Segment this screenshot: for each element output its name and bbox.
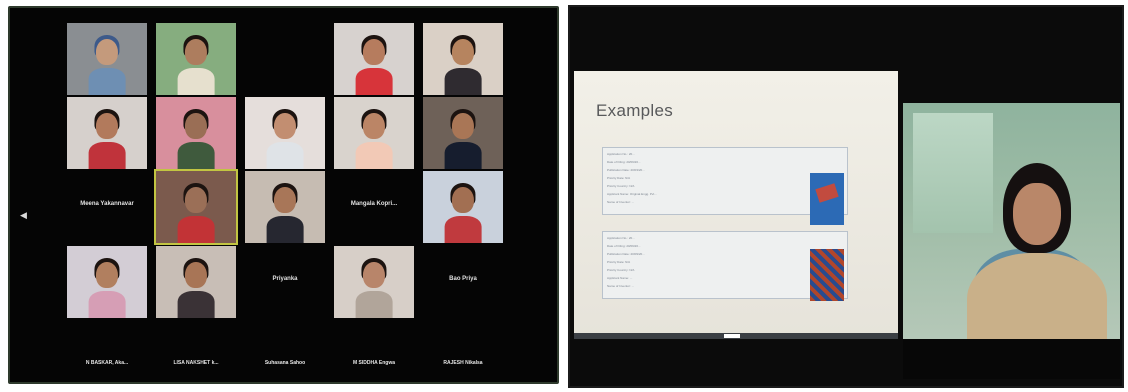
entry-line: Applicant Name: ... — [607, 276, 633, 280]
participant-figure — [444, 183, 482, 243]
participant-figure — [177, 109, 215, 169]
participant-tile[interactable]: Bao Priya — [423, 246, 503, 318]
participant-name: Bao Priya — [449, 276, 477, 282]
participant-figure — [444, 109, 482, 169]
presenter-body — [967, 253, 1107, 339]
entry-line: Priority Date: N/A — [607, 176, 631, 180]
previous-page-arrow-icon[interactable]: ◀ — [20, 210, 27, 221]
participant-name: LISA NAKSHET k... — [173, 360, 219, 366]
slide-title: Examples — [596, 101, 674, 120]
participant-tile[interactable] — [67, 97, 147, 169]
participant-video — [334, 171, 414, 243]
participant-figure — [444, 35, 482, 95]
participant-tile[interactable] — [67, 246, 147, 318]
participant-tile[interactable] — [334, 246, 414, 318]
entry-line: Priority Country: N/A — [607, 184, 635, 188]
participant-tile[interactable] — [245, 171, 325, 243]
participant-figure — [266, 109, 304, 169]
participant-figure — [177, 258, 215, 318]
participant-name: Priyanka — [272, 276, 298, 282]
entry-line: Name of Inventor: ... — [607, 284, 635, 288]
participant-tile[interactable] — [423, 171, 503, 243]
participant-tile[interactable] — [245, 23, 325, 95]
participant-video — [245, 246, 325, 318]
entry-line: Applicant Name: Originat Engg. Pvt... — [607, 192, 657, 196]
participant-name: RAJESH Nikalsa — [443, 360, 483, 366]
presenter-video-footer — [903, 339, 1120, 379]
participant-name: Suhasana Sahoo — [264, 360, 306, 366]
participant-figure — [177, 183, 215, 243]
participant-tile[interactable] — [334, 23, 414, 95]
participant-tile[interactable]: Priyanka — [245, 246, 325, 318]
participant-tile[interactable]: Mangala Kopri... — [334, 171, 414, 243]
participant-video — [423, 246, 503, 318]
gallery-view-panel: ◀ Meena Yakannavar Mangala Kopri... Priyan… — [8, 6, 559, 384]
participant-figure — [355, 109, 393, 169]
participant-figure — [88, 258, 126, 318]
entry-line: Date of Filing: 20/09/20... — [607, 244, 641, 248]
participant-figure — [355, 258, 393, 318]
screen-share-panel: Examples Application No.: 20... Date of F… — [568, 5, 1124, 388]
participant-name: Mangala Kopri... — [350, 201, 398, 207]
participant-tile[interactable] — [423, 97, 503, 169]
entry-line: Publication Date: 20/03/20... — [607, 168, 645, 172]
entry-line: Priority Date: N/A — [607, 260, 631, 264]
participant-name: N BASKAR, Aka... — [85, 360, 129, 366]
entry-line: Name of Inventor: ... — [607, 200, 635, 204]
design-image-2 — [810, 249, 844, 301]
participant-tile[interactable]: Meena Yakannavar — [67, 171, 147, 243]
background-window — [913, 113, 993, 233]
participant-figure — [266, 183, 304, 243]
participant-video — [67, 171, 147, 243]
participant-tile[interactable] — [156, 23, 236, 95]
participant-figure — [177, 35, 215, 95]
slide-progress-indicator — [724, 334, 740, 338]
participant-figure — [88, 35, 126, 95]
entry-line: Application No.: 20... — [607, 236, 635, 240]
presenter-video — [903, 103, 1120, 339]
participant-tile[interactable] — [156, 97, 236, 169]
entry-line: Publication Date: 20/09/20... — [607, 252, 645, 256]
entry-line: Application No.: 20... — [607, 152, 635, 156]
design-image-1 — [810, 173, 844, 225]
entry-line: Date of Filing: 20/09/20... — [607, 160, 641, 164]
participant-tile[interactable] — [67, 23, 147, 95]
participant-name: Meena Yakannavar — [80, 201, 134, 207]
participant-figure — [355, 35, 393, 95]
participant-figure — [88, 109, 126, 169]
participant-tile[interactable] — [156, 246, 236, 318]
participant-tile[interactable] — [334, 97, 414, 169]
slide-control-bar[interactable] — [574, 333, 898, 339]
participant-tile[interactable] — [245, 97, 325, 169]
participant-tile[interactable] — [154, 169, 238, 245]
participant-name: M SIDDHA Engwa — [352, 360, 396, 366]
entry-line: Priority Country: N/A — [607, 268, 635, 272]
participant-tile[interactable] — [423, 23, 503, 95]
shared-slide: Examples Application No.: 20... Date of F… — [574, 71, 898, 339]
presenter-face — [1013, 183, 1061, 245]
participant-video — [245, 23, 325, 95]
